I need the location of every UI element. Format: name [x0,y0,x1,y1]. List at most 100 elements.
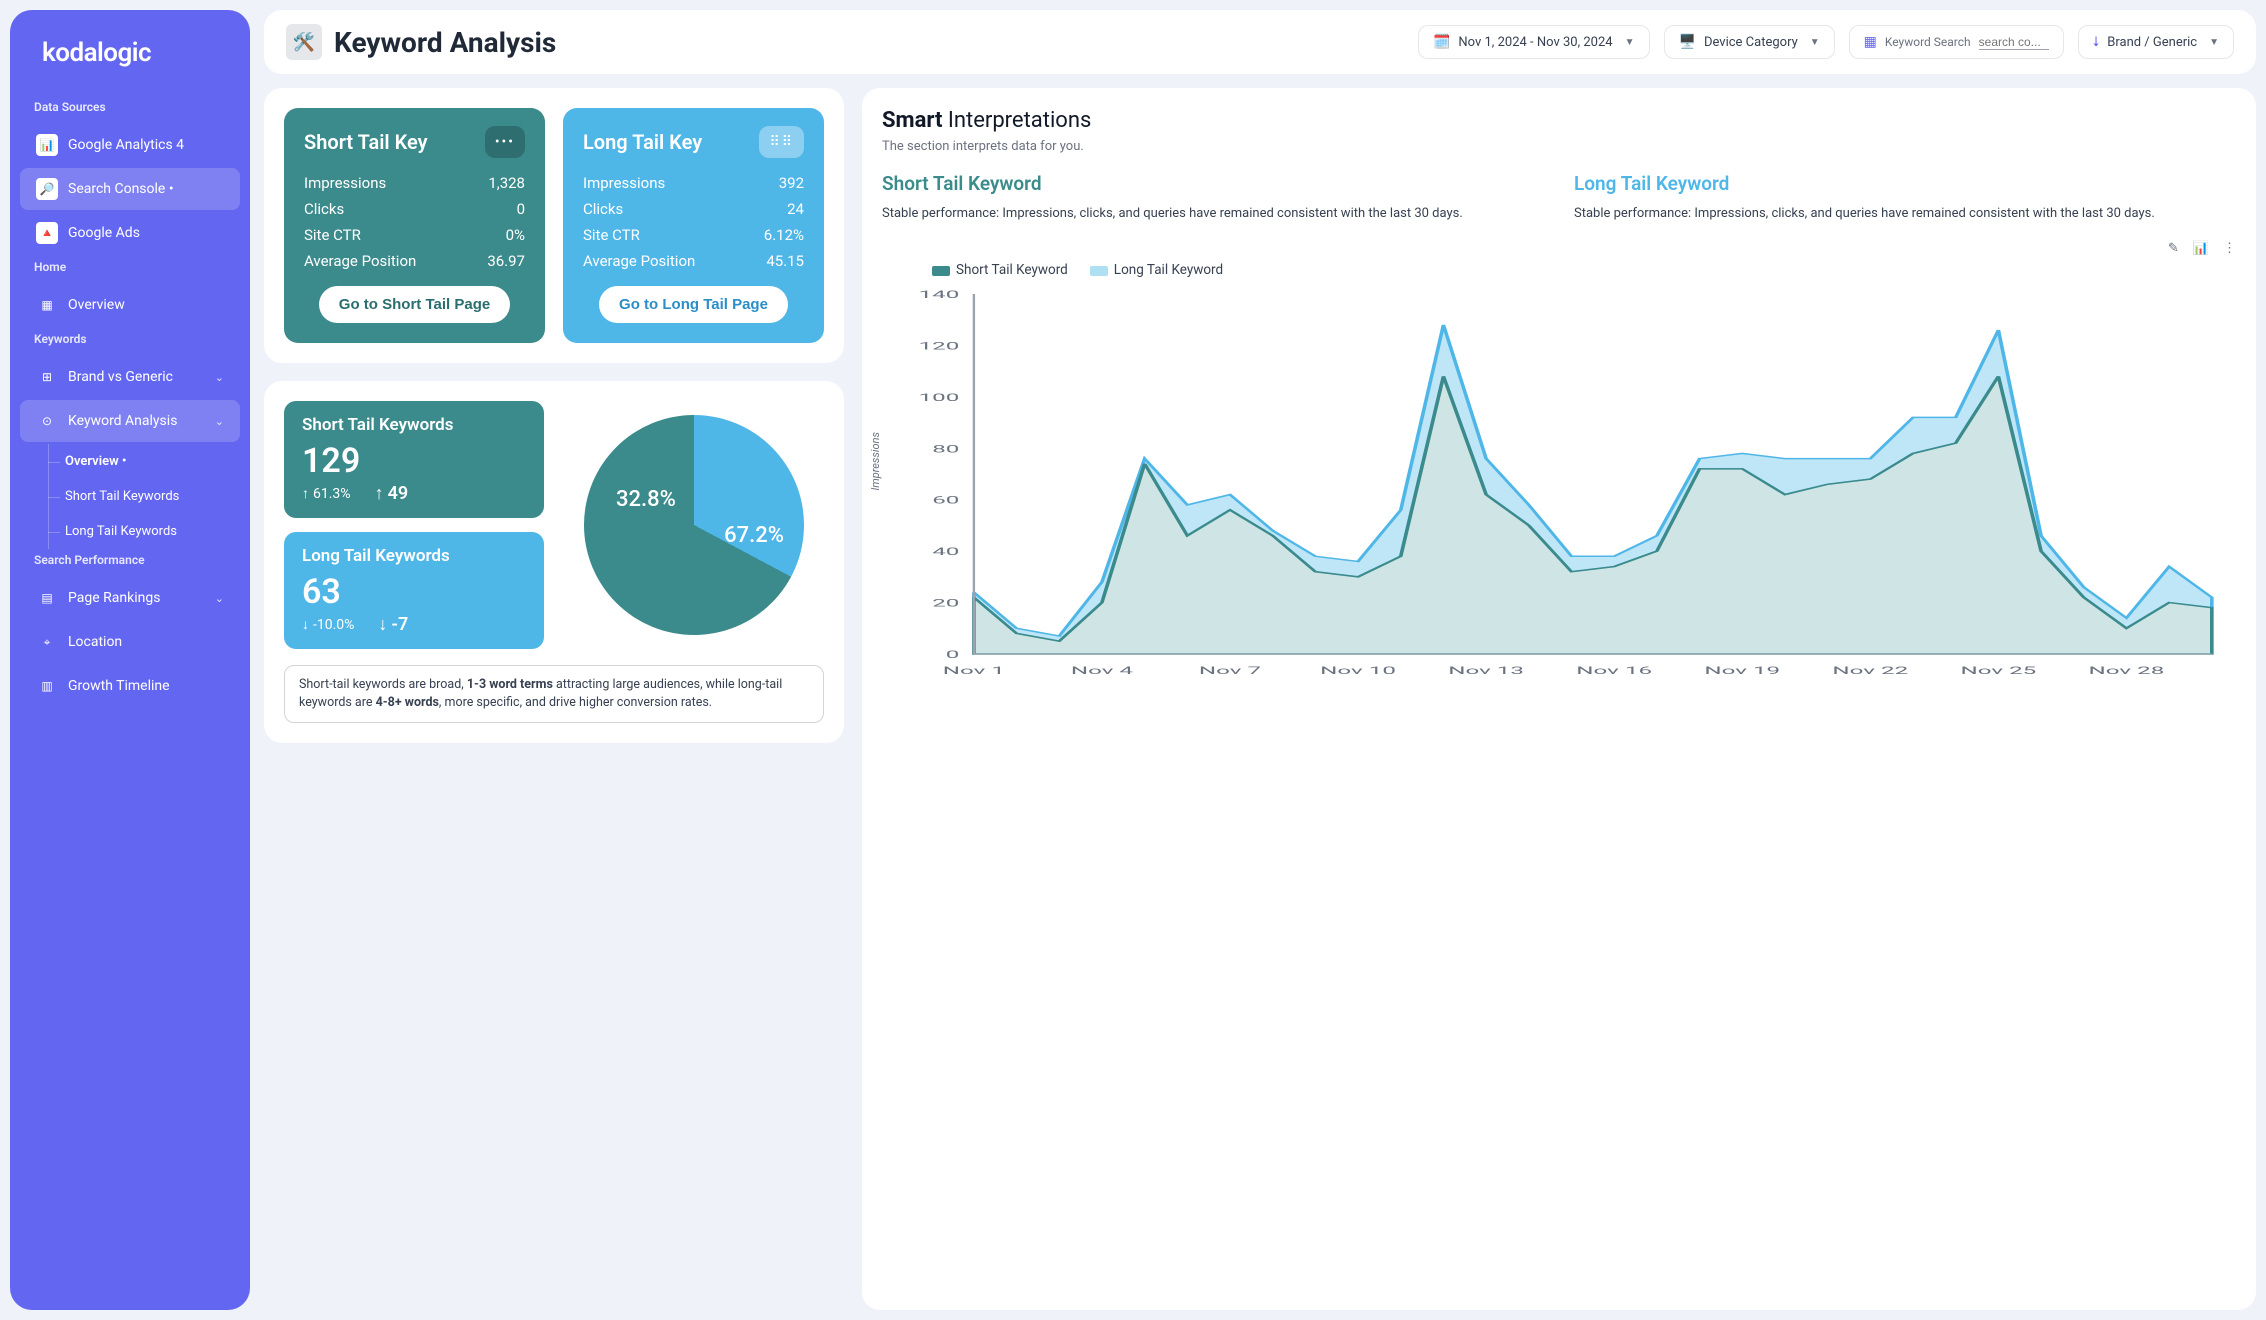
caret-down-icon: ▼ [2209,37,2219,48]
nav-brand-generic[interactable]: ⊞ Brand vs Generic ⌄ [20,356,240,398]
nav-search-console[interactable]: 🔎 Search Console • [20,168,240,210]
left-column: Short Tail Key ••• Impressions1,328 Clic… [264,88,844,1310]
svg-text:Nov 19: Nov 19 [1704,665,1780,677]
app-logo: kodalogic [10,38,250,96]
short-tail-stat: Short Tail Keywords 129 ↑61.3% ↑49 [284,401,544,518]
svg-text:Nov 7: Nov 7 [1199,665,1261,677]
caret-down-icon: ▼ [1625,37,1635,48]
svg-text:Nov 25: Nov 25 [1961,665,2037,677]
nav-label: Keyword Analysis [68,413,177,429]
device-category-picker[interactable]: 🖥️ Device Category ▼ [1664,25,1835,59]
nav-label: Location [68,634,122,650]
svg-text:Nov 4: Nov 4 [1071,665,1133,677]
stat-title: Long Tail Keywords [302,546,526,566]
brand-label: Brand / Generic [2107,35,2197,50]
svg-text:140: 140 [919,289,960,301]
arrow-down-icon: ↓ [302,616,309,633]
smart-heading: Smart Interpretations [882,108,2236,133]
legend-long: Long Tail Keyword [1090,262,1223,278]
chart-toolbar: ✎ 📊 ⋮ [882,241,2236,256]
svg-text:Nov 16: Nov 16 [1576,665,1652,677]
nav-label: Google Analytics 4 [68,137,184,153]
drag-handle-icon[interactable]: ⠿⠿ [759,126,804,158]
drag-handle-icon[interactable]: ••• [485,126,525,158]
page-title-icon: 🛠️ [286,24,322,60]
nav-location[interactable]: ⌖ Location [20,621,240,663]
nav-label: Overview [68,297,125,313]
date-range-value: Nov 1, 2024 - Nov 30, 2024 [1458,35,1612,50]
main: 🛠️ Keyword Analysis 🗓️ Nov 1, 2024 - Nov… [264,10,2256,1310]
svg-text:Nov 28: Nov 28 [2089,665,2165,677]
sidebar: kodalogic Data Sources 📊 Google Analytic… [10,10,250,1310]
kw-search-label: Keyword Search [1885,35,1971,49]
svg-text:40: 40 [932,546,959,558]
nav-keyword-analysis[interactable]: ⊙ Keyword Analysis ⌄ [20,400,240,442]
date-range-picker[interactable]: 🗓️ Nov 1, 2024 - Nov 30, 2024 ▼ [1418,25,1650,59]
topbar: 🛠️ Keyword Analysis 🗓️ Nov 1, 2024 - Nov… [264,10,2256,74]
subnav-short-tail[interactable]: Short Tail Keywords [53,479,250,514]
interp-body: Stable performance: Impressions, clicks,… [882,205,1544,223]
nav-growth-timeline[interactable]: ▥ Growth Timeline [20,665,240,707]
chevron-down-icon: ⌄ [215,415,224,428]
keyword-stats-card: Short Tail Keywords 129 ↑61.3% ↑49 Long … [264,381,844,743]
svg-text:60: 60 [932,495,959,507]
magnify-icon: ⊙ [36,410,58,432]
interp-body: Stable performance: Impressions, clicks,… [1574,205,2236,223]
section-search-performance: Search Performance [10,549,250,575]
stat-value: 129 [302,441,526,481]
content: Short Tail Key ••• Impressions1,328 Clic… [264,88,2256,1310]
more-icon[interactable]: ⋮ [2223,241,2236,256]
smart-interpretations-card: Smart Interpretations The section interp… [862,88,2256,1310]
title-wrap: 🛠️ Keyword Analysis [286,24,556,60]
svg-text:Nov 13: Nov 13 [1448,665,1524,677]
page-title: Keyword Analysis [334,26,556,59]
subnav-long-tail[interactable]: Long Tail Keywords [53,514,250,549]
ga4-icon: 📊 [36,134,58,156]
section-home: Home [10,256,250,282]
search-console-icon: 🔎 [36,178,58,200]
brand-generic-picker[interactable]: ⭣ Brand / Generic ▼ [2078,25,2234,59]
calendar-icon: 🗓️ [1433,34,1450,50]
svg-text:120: 120 [919,340,960,352]
chevron-down-icon: ⌄ [215,371,224,384]
kpi-card: Short Tail Key ••• Impressions1,328 Clic… [264,88,844,363]
explainer-note: Short-tail keywords are broad, 1-3 word … [284,665,824,723]
keyword-search-wrap: ▦ Keyword Search [1849,25,2064,59]
go-long-tail-button[interactable]: Go to Long Tail Page [599,286,788,323]
nav-label: Brand vs Generic [68,369,173,385]
svg-text:Nov 1: Nov 1 [943,665,1005,677]
section-keywords: Keywords [10,328,250,354]
interp-title: Long Tail Keyword [1574,172,2236,195]
edit-icon[interactable]: ✎ [2168,241,2179,256]
keyword-search-input[interactable] [1979,35,2049,50]
nav-google-ads[interactable]: 🔺 Google Ads [20,212,240,254]
subnav-overview[interactable]: Overview • [53,444,250,479]
long-tail-kpi: Long Tail Key ⠿⠿ Impressions392 Clicks24… [563,108,824,343]
chart-type-icon[interactable]: 📊 [2193,241,2209,256]
device-label: Device Category [1704,35,1798,50]
donut-label-big: 67.2% [724,523,784,548]
branch-icon: ⭣ [2093,34,2100,50]
svg-text:Nov 22: Nov 22 [1832,665,1908,677]
nav-label: Page Rankings [68,590,160,606]
stat-title: Short Tail Keywords [302,415,526,435]
rankings-icon: ▤ [36,587,58,609]
stat-value: 63 [302,572,526,612]
go-short-tail-button[interactable]: Go to Short Tail Page [319,286,510,323]
nav-label: Growth Timeline [68,678,170,694]
smart-subheading: The section interprets data for you. [882,139,2236,154]
pin-icon: ⌖ [36,631,58,653]
chart-legend: Short Tail Keyword Long Tail Keyword [932,262,2236,278]
section-data-sources: Data Sources [10,96,250,122]
long-tail-stat: Long Tail Keywords 63 ↓-10.0% ↓-7 [284,532,544,649]
nav-page-rankings[interactable]: ▤ Page Rankings ⌄ [20,577,240,619]
grid-icon: ▦ [1864,34,1877,50]
impressions-chart: Impressions 020406080100120140Nov 1Nov 4… [882,284,2236,684]
subnav-keyword-analysis: Overview • Short Tail Keywords Long Tail… [48,444,250,549]
chevron-down-icon: ⌄ [215,592,224,605]
caret-down-icon: ▼ [1810,37,1820,48]
svg-text:100: 100 [919,392,960,404]
nav-overview[interactable]: ▦ Overview [20,284,240,326]
nav-ga4[interactable]: 📊 Google Analytics 4 [20,124,240,166]
plus-icon: ⊞ [36,366,58,388]
